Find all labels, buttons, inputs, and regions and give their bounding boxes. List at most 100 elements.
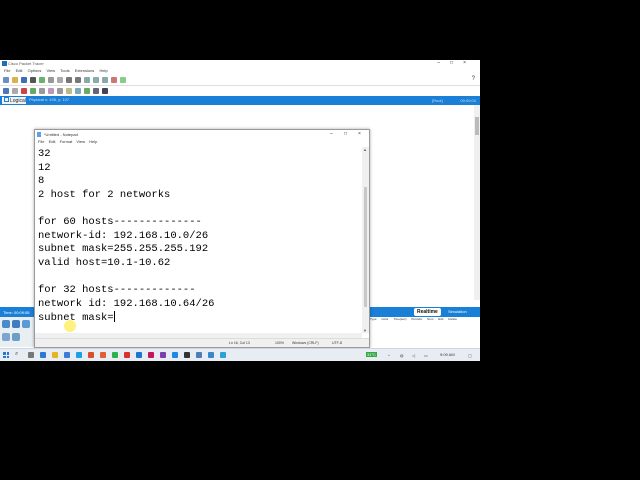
windows-start-icon[interactable] — [3, 352, 9, 358]
np-menu-help[interactable]: Help — [89, 139, 97, 144]
delete-icon[interactable] — [21, 88, 27, 94]
notepad-text-area[interactable]: 32 12 8 2 host for 2 networks for 60 hos… — [35, 147, 361, 333]
menu-options[interactable]: Options — [28, 68, 42, 73]
notepad-taskbar-icon[interactable] — [196, 352, 202, 358]
end-device-icon[interactable] — [2, 333, 10, 341]
workspace-vscroll[interactable] — [474, 105, 480, 300]
freeform-icon[interactable] — [75, 88, 81, 94]
inspect-icon[interactable] — [12, 88, 18, 94]
undo-icon[interactable] — [66, 77, 72, 83]
notepad-titlebar[interactable]: *Untitled - Notepad – □ × — [35, 130, 369, 139]
pt-titlebar: Cisco Packet Tracer –□× — [0, 60, 480, 68]
scroll-up-icon[interactable]: ▲ — [363, 147, 367, 152]
paste-icon[interactable] — [57, 77, 63, 83]
minimize-icon[interactable]: – — [330, 131, 333, 137]
menu-extensions[interactable]: Extensions — [75, 68, 95, 73]
tab-physical[interactable]: Physical x: 195, y: 107 — [29, 97, 69, 102]
app-pink-icon[interactable] — [148, 352, 154, 358]
current-line-text: subnet mask= — [38, 312, 114, 325]
pt-menubar: File Edit Options View Tools Extensions … — [0, 68, 480, 75]
network-icon[interactable]: ◍ — [400, 353, 404, 358]
task-view-icon[interactable] — [28, 352, 34, 358]
text-line — [38, 202, 361, 216]
scroll-thumb[interactable] — [475, 117, 479, 135]
hub-icon[interactable] — [22, 320, 30, 328]
notepad-scroll-thumb[interactable] — [364, 187, 367, 307]
help-icon[interactable]: ? — [472, 76, 475, 82]
word-icon[interactable] — [136, 352, 142, 358]
maximize-icon[interactable]: □ — [344, 131, 347, 137]
envelope-icon[interactable] — [102, 88, 108, 94]
search-icon[interactable]: ⌕ — [15, 351, 18, 358]
draw-shape-icon[interactable] — [57, 88, 63, 94]
menu-tools[interactable]: Tools — [60, 68, 69, 73]
zoom-out-icon[interactable] — [102, 77, 108, 83]
zoom-reset-icon[interactable] — [93, 77, 99, 83]
mail-icon[interactable] — [76, 352, 82, 358]
resize-icon[interactable] — [30, 88, 36, 94]
notifications-icon[interactable]: ▢ — [468, 353, 472, 358]
close-icon[interactable]: × — [358, 131, 361, 137]
notepad-window: *Untitled - Notepad – □ × File Edit Form… — [34, 129, 370, 348]
pdu-col-periodic: Periodic — [411, 317, 423, 321]
pdu-list-header: Type Color Time(sec) Periodic Num Edit D… — [370, 317, 480, 325]
app-blue-icon[interactable] — [208, 352, 214, 358]
draw-line-icon[interactable] — [48, 88, 54, 94]
menu-file[interactable]: File — [4, 68, 10, 73]
notepad-icon — [37, 132, 41, 137]
menu-edit[interactable]: Edit — [16, 68, 23, 73]
root-label[interactable]: [Root] — [432, 98, 443, 103]
tab-logical[interactable]: Logical — [2, 97, 26, 104]
menu-help[interactable]: Help — [99, 68, 107, 73]
text-caret — [113, 311, 115, 323]
open-icon[interactable] — [12, 77, 18, 83]
firefox-icon[interactable] — [100, 352, 106, 358]
terminal-icon[interactable] — [184, 352, 190, 358]
wireless-icon[interactable] — [12, 333, 20, 341]
notepad-vscroll[interactable]: ▲ ▼ — [362, 147, 369, 333]
np-menu-edit[interactable]: Edit — [49, 139, 56, 144]
redo-icon[interactable] — [75, 77, 81, 83]
realtime-mode-button[interactable]: Realtime — [414, 308, 441, 316]
activity-wizard-icon[interactable] — [39, 77, 45, 83]
clock[interactable]: 9:09 AM — [440, 352, 455, 357]
scroll-down-icon[interactable]: ▼ — [363, 328, 367, 333]
switch-icon[interactable] — [12, 320, 20, 328]
menu-view[interactable]: View — [47, 68, 56, 73]
np-menu-view[interactable]: View — [76, 139, 85, 144]
packet-tracer-taskbar-icon[interactable] — [172, 352, 178, 358]
onenote-icon[interactable] — [160, 352, 166, 358]
save-icon[interactable] — [21, 77, 27, 83]
copy-icon[interactable] — [48, 77, 54, 83]
chrome-icon[interactable] — [112, 352, 118, 358]
draw-ellipse-icon[interactable] — [66, 88, 72, 94]
chevron-up-icon[interactable]: ^ — [388, 353, 390, 358]
volume-icon[interactable]: ◁ — [412, 353, 415, 358]
app-cyan-icon[interactable] — [220, 352, 226, 358]
zoom-in-icon[interactable] — [84, 77, 90, 83]
pdu-col-type: Type — [370, 317, 377, 321]
pdu-col-color: Color — [381, 317, 389, 321]
router-icon[interactable] — [2, 320, 10, 328]
new-icon[interactable] — [3, 77, 9, 83]
select-icon[interactable] — [3, 88, 9, 94]
custom-devices-icon[interactable] — [120, 77, 126, 83]
add-complex-pdu-icon[interactable] — [93, 88, 99, 94]
notepad-window-controls: – □ × — [327, 130, 369, 139]
office-icon[interactable] — [88, 352, 94, 358]
print-icon[interactable] — [30, 77, 36, 83]
store-icon[interactable] — [64, 352, 70, 358]
language-icon[interactable]: ▭ — [424, 353, 428, 358]
window-controls[interactable]: –□× — [437, 60, 476, 66]
edge-icon[interactable] — [40, 352, 46, 358]
np-menu-format[interactable]: Format — [60, 139, 73, 144]
place-note-icon[interactable] — [39, 88, 45, 94]
text-line-current: subnet mask= — [38, 311, 361, 325]
drawing-palette-icon[interactable] — [111, 77, 117, 83]
weather-badge[interactable]: 31°C — [366, 352, 377, 357]
simulation-mode-button[interactable]: Simulation — [448, 309, 467, 314]
app-red-icon[interactable] — [124, 352, 130, 358]
add-simple-pdu-icon[interactable] — [84, 88, 90, 94]
np-menu-file[interactable]: File — [38, 139, 44, 144]
file-explorer-icon[interactable] — [52, 352, 58, 358]
